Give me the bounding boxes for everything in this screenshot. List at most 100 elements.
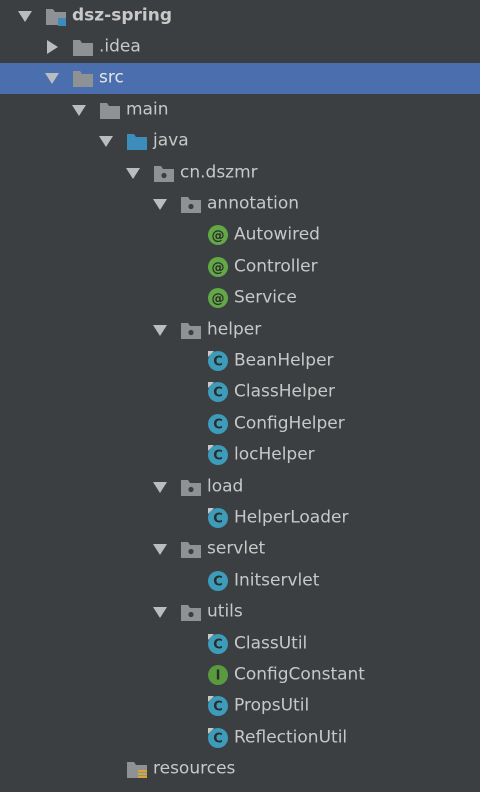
- tree-label: Controller: [234, 256, 318, 277]
- tree-row-servlet[interactable]: servlet: [0, 534, 480, 565]
- resources-folder-icon: [127, 762, 147, 779]
- chevron-down-icon[interactable]: [153, 324, 167, 336]
- svg-text:C: C: [213, 731, 223, 746]
- package-icon: [181, 542, 201, 559]
- chevron-right-icon[interactable]: [47, 40, 58, 55]
- tree-label: cn.dszmr: [180, 162, 258, 183]
- interface-icon: I: [208, 664, 228, 685]
- svg-text:C: C: [213, 417, 223, 432]
- class-icon: C: [208, 350, 228, 371]
- class-icon: C: [208, 413, 228, 434]
- tree-label: dsz-spring: [72, 5, 173, 26]
- tree-label: ReflectionUtil: [234, 727, 348, 748]
- tree-row-idea[interactable]: .idea: [0, 31, 480, 62]
- svg-text:C: C: [213, 511, 223, 526]
- tree-label: .idea: [99, 36, 141, 57]
- tree-row-controller[interactable]: @ Controller: [0, 251, 480, 282]
- tree-label: ClassHelper: [234, 381, 335, 402]
- tree-label: utils: [207, 601, 243, 622]
- chevron-down-icon[interactable]: [99, 136, 113, 148]
- tree-label: resources: [153, 758, 236, 779]
- package-icon: [154, 165, 174, 182]
- tree-label: java: [153, 130, 189, 151]
- package-icon: [181, 197, 201, 214]
- tree-row-utils[interactable]: utils: [0, 596, 480, 627]
- folder-icon: [100, 102, 120, 119]
- annotation-icon: @: [208, 225, 228, 246]
- svg-text:C: C: [213, 449, 223, 464]
- tree-label: Autowired: [234, 224, 320, 245]
- chevron-down-icon[interactable]: [153, 544, 167, 556]
- tree-row-configconstant[interactable]: I ConfigConstant: [0, 659, 480, 690]
- tree-row-autowired[interactable]: @ Autowired: [0, 220, 480, 251]
- class-icon: C: [208, 727, 228, 748]
- chevron-down-icon[interactable]: [153, 481, 167, 493]
- tree-label: ConfigHelper: [234, 413, 345, 434]
- chevron-down-icon[interactable]: [45, 73, 59, 85]
- package-icon: [181, 605, 201, 622]
- chevron-down-icon[interactable]: [18, 10, 32, 22]
- class-icon: C: [208, 382, 228, 403]
- tree-row-main[interactable]: main: [0, 94, 480, 125]
- tree-label: HelperLoader: [234, 507, 349, 528]
- svg-text:C: C: [213, 700, 223, 715]
- tree-label: locHelper: [234, 444, 315, 465]
- tree-label: src: [99, 67, 124, 88]
- annotation-icon: @: [208, 256, 228, 277]
- tree-label: main: [126, 99, 169, 120]
- tree-row-propsutil[interactable]: C PropsUtil: [0, 691, 480, 722]
- svg-text:@: @: [212, 260, 225, 275]
- chevron-down-icon[interactable]: [72, 104, 86, 116]
- tree-row-classhelper[interactable]: C ClassHelper: [0, 377, 480, 408]
- tree-row-beanhelper[interactable]: C BeanHelper: [0, 345, 480, 376]
- tree-label: load: [207, 476, 244, 497]
- tree-label: servlet: [207, 538, 266, 559]
- tree-row-resources[interactable]: resources: [0, 753, 480, 784]
- tree-label: annotation: [207, 193, 300, 214]
- svg-text:C: C: [213, 354, 223, 369]
- tree-label: Initservlet: [234, 570, 320, 591]
- tree-row-java[interactable]: java: [0, 126, 480, 157]
- class-icon: C: [208, 696, 228, 717]
- svg-text:C: C: [213, 386, 223, 401]
- package-icon: [181, 479, 201, 496]
- folder-icon: [73, 71, 93, 88]
- tree-row-load[interactable]: load: [0, 471, 480, 502]
- chevron-down-icon[interactable]: [153, 607, 167, 619]
- tree-row-initservlet[interactable]: C Initservlet: [0, 565, 480, 596]
- tree-row-annotation[interactable]: annotation: [0, 188, 480, 219]
- tree-label: helper: [207, 319, 262, 340]
- package-icon: [181, 322, 201, 339]
- project-tree: dsz-spring .idea src main java cn.dszmr …: [0, 0, 480, 792]
- tree-row-dsz-spring[interactable]: dsz-spring: [0, 0, 480, 31]
- svg-text:@: @: [212, 292, 225, 307]
- tree-row-helper[interactable]: helper: [0, 314, 480, 345]
- class-icon: C: [208, 445, 228, 466]
- folder-icon: [73, 40, 93, 57]
- annotation-icon: @: [208, 288, 228, 309]
- tree-row-lochelper[interactable]: C locHelper: [0, 439, 480, 470]
- svg-text:C: C: [213, 637, 223, 652]
- tree-label: Service: [234, 287, 297, 308]
- tree-row-cn-dszmr[interactable]: cn.dszmr: [0, 157, 480, 188]
- chevron-down-icon[interactable]: [126, 167, 140, 179]
- svg-text:C: C: [213, 574, 223, 589]
- tree-label: BeanHelper: [234, 350, 334, 371]
- tree-label: PropsUtil: [234, 695, 310, 716]
- chevron-down-icon[interactable]: [153, 199, 167, 211]
- svg-text:I: I: [216, 668, 221, 683]
- tree-row-src[interactable]: src: [0, 62, 480, 95]
- tree-row-confighelper[interactable]: C ConfigHelper: [0, 408, 480, 439]
- tree-row-service[interactable]: @ Service: [0, 283, 480, 314]
- class-icon: C: [208, 633, 228, 654]
- tree-row-reflectionutil[interactable]: C ReflectionUtil: [0, 722, 480, 753]
- tree-row-classutil[interactable]: C ClassUtil: [0, 628, 480, 659]
- svg-text:@: @: [212, 229, 225, 244]
- tree-label: ConfigConstant: [234, 664, 365, 685]
- class-icon: C: [208, 507, 228, 528]
- module-folder-icon: [46, 8, 66, 26]
- tree-label: ClassUtil: [234, 633, 308, 653]
- tree-row-helperloader[interactable]: C HelperLoader: [0, 502, 480, 533]
- class-icon: C: [208, 570, 228, 591]
- source-folder-icon: [127, 134, 147, 151]
